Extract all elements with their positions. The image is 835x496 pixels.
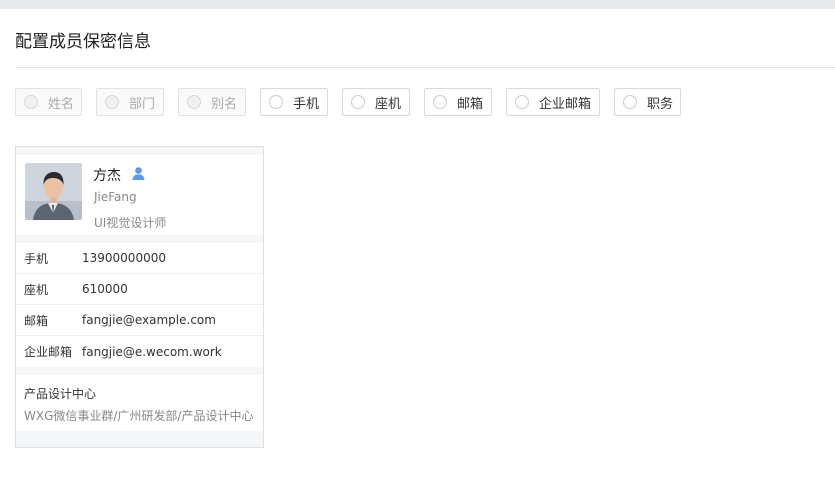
info-value: fangjie@example.com <box>82 313 216 327</box>
radio-icon[interactable] <box>433 95 447 109</box>
info-key: 手机 <box>24 251 49 266</box>
info-row-corp-email: 企业邮箱 fangjie@e.wecom.work <box>16 336 263 367</box>
card-header: 方杰 JieFang UI视觉设计师 <box>16 155 263 235</box>
radio-icon <box>105 95 119 109</box>
info-value: 610000 <box>82 282 128 296</box>
department-section: 产品设计中心 WXG微信事业群/广州研发部/产品设计中心 <box>16 375 263 431</box>
top-bar <box>0 0 835 9</box>
option-mobile[interactable]: 手机 <box>260 88 328 116</box>
english-name: JieFang <box>94 190 137 204</box>
radio-icon[interactable] <box>269 95 283 109</box>
radio-icon <box>24 95 38 109</box>
option-label: 部门 <box>129 96 156 112</box>
option-title[interactable]: 职务 <box>614 88 681 116</box>
radio-icon[interactable] <box>623 95 637 109</box>
member-card-preview: 方杰 JieFang UI视觉设计师 手机 13900000000 座机 610… <box>15 146 264 448</box>
option-label: 手机 <box>293 96 320 112</box>
option-corp-email[interactable]: 企业邮箱 <box>506 88 600 116</box>
option-label: 姓名 <box>48 96 75 112</box>
option-landline[interactable]: 座机 <box>342 88 410 116</box>
option-label: 邮箱 <box>457 96 484 112</box>
option-alias: 别名 <box>178 88 246 116</box>
info-row-email: 邮箱 fangjie@example.com <box>16 305 263 336</box>
info-value: 13900000000 <box>82 251 166 265</box>
person-icon <box>132 167 145 180</box>
avatar <box>25 163 82 220</box>
page-title: 配置成员保密信息 <box>15 32 151 52</box>
option-department: 部门 <box>96 88 164 116</box>
job-title: UI视觉设计师 <box>94 216 167 230</box>
member-name: 方杰 <box>93 168 121 184</box>
info-row-landline: 座机 610000 <box>16 274 263 305</box>
option-label: 别名 <box>211 96 238 112</box>
divider <box>15 67 835 68</box>
option-name: 姓名 <box>15 88 82 116</box>
info-key: 座机 <box>24 282 49 297</box>
department-path: WXG微信事业群/广州研发部/产品设计中心 <box>24 409 254 423</box>
radio-icon[interactable] <box>515 95 529 109</box>
contact-info-list: 手机 13900000000 座机 610000 邮箱 fangjie@exam… <box>16 243 263 367</box>
option-label: 座机 <box>375 96 402 112</box>
info-value: fangjie@e.wecom.work <box>82 344 222 359</box>
info-key: 邮箱 <box>24 313 49 328</box>
info-key: 企业邮箱 <box>24 345 73 359</box>
option-email[interactable]: 邮箱 <box>424 88 492 116</box>
radio-icon <box>187 95 201 109</box>
department-name: 产品设计中心 <box>24 387 97 401</box>
radio-icon[interactable] <box>351 95 365 109</box>
option-label: 企业邮箱 <box>539 96 592 112</box>
option-label: 职务 <box>647 96 674 112</box>
info-row-mobile: 手机 13900000000 <box>16 243 263 274</box>
